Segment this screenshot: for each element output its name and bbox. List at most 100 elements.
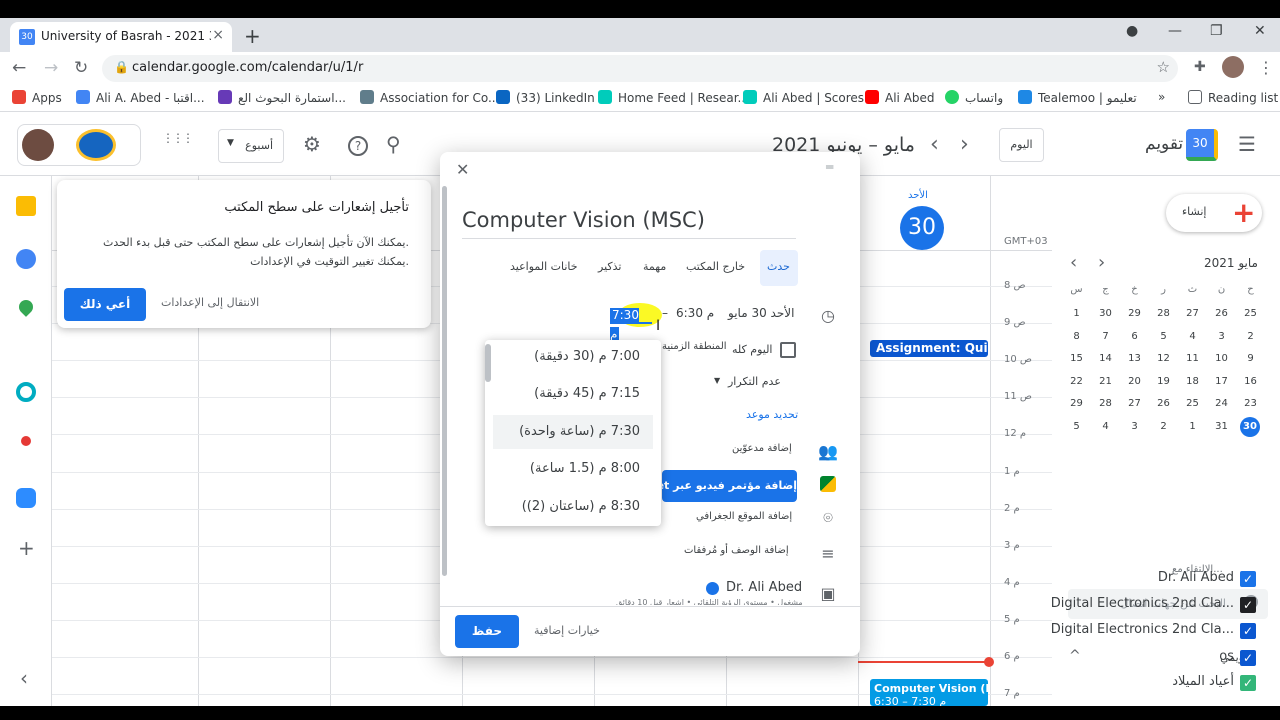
mini-calendar-day[interactable]: 23 [1236, 398, 1265, 409]
bookmark-apps[interactable]: Apps [12, 90, 62, 105]
mini-calendar-day[interactable]: 7 [1091, 331, 1120, 342]
mini-calendar-day[interactable]: 29 [1062, 398, 1091, 409]
mini-calendar-day[interactable]: 9 [1236, 353, 1265, 364]
maps-icon[interactable] [16, 297, 36, 317]
tab-out-of-office[interactable]: خارج المكتب [686, 260, 745, 273]
mini-calendar-day[interactable]: 4 [1178, 331, 1207, 342]
mini-calendar-day[interactable]: 5 [1062, 421, 1091, 432]
mini-calendar-day[interactable]: 21 [1091, 376, 1120, 387]
add-guests-field[interactable]: إضافة مدعوّين [732, 443, 792, 454]
bookmark-item[interactable]: (33) LinkedIn [496, 90, 595, 105]
bookmark-item[interactable]: واتساب [945, 90, 1003, 105]
tab-task[interactable]: مهمة [643, 260, 666, 273]
forward-icon[interactable]: → [44, 58, 58, 78]
next-week-icon[interactable]: › [960, 132, 969, 157]
mini-calendar-day[interactable]: 19 [1149, 376, 1178, 387]
mini-calendar-day[interactable]: 2 [1149, 421, 1178, 432]
mini-calendar-day[interactable]: 1 [1062, 308, 1091, 319]
mini-calendar-day[interactable]: 25 [1236, 308, 1265, 319]
bookmark-star-icon[interactable]: ☆ [1157, 58, 1170, 76]
start-time[interactable]: 6:30 م [676, 306, 714, 320]
addon-icon[interactable] [16, 382, 36, 402]
mini-calendar-day[interactable]: 29 [1120, 308, 1149, 319]
time-option[interactable]: 7:00 م (30 دقيقة) [493, 340, 653, 374]
browser-tab[interactable]: 30 University of Basrah - 2021 مايو 3 × [10, 22, 232, 52]
go-to-settings-link[interactable]: الانتقال إلى الإعدادات [161, 296, 259, 309]
end-time-field[interactable]: 7:30 م [610, 304, 652, 341]
drag-handle-icon[interactable]: ═ [826, 160, 833, 174]
time-option-selected[interactable]: 7:30 م (ساعة واحدة) [493, 415, 653, 449]
checkbox-checked-icon[interactable]: ✓ [1240, 650, 1256, 666]
mini-calendar-day[interactable]: 16 [1236, 376, 1265, 387]
mini-calendar-day[interactable]: 30 [1240, 416, 1260, 437]
checkbox-checked-icon[interactable]: ✓ [1240, 571, 1256, 587]
keep-icon[interactable] [16, 196, 36, 216]
checkbox-checked-icon[interactable]: ✓ [1240, 623, 1256, 639]
repeat-select[interactable]: عدم التكرار ▼ [714, 375, 781, 388]
account-switcher[interactable] [17, 124, 141, 166]
bookmark-item[interactable]: Home Feed | Resear... [598, 90, 749, 105]
assignment-event[interactable]: Assignment: Quiz No [870, 340, 988, 357]
mini-calendar-day[interactable]: 27 [1178, 308, 1207, 319]
mini-calendar-day[interactable]: 3 [1207, 331, 1236, 342]
computer-vision-event[interactable]: Computer Vision (MSC م 7:30 – 6:30 [870, 679, 988, 706]
minimize-icon[interactable]: — [1168, 23, 1182, 39]
mini-calendar-day[interactable]: 4 [1091, 421, 1120, 432]
expand-panel-icon[interactable]: ‹ [20, 666, 28, 690]
back-icon[interactable]: ← [12, 58, 26, 78]
mini-calendar-day[interactable]: 3 [1120, 421, 1149, 432]
tab-close-icon[interactable]: × [212, 27, 224, 43]
find-time-link[interactable]: تحديد موعد [746, 408, 798, 421]
mini-calendar-day[interactable]: 22 [1062, 376, 1091, 387]
tab-reminder[interactable]: تذكير [598, 260, 621, 273]
checkbox-checked-icon[interactable]: ✓ [1240, 597, 1256, 613]
time-option[interactable]: 8:30 م (ساعتان (2)) [493, 490, 653, 524]
checkbox-checked-icon[interactable]: ✓ [1240, 675, 1256, 691]
maximize-icon[interactable]: ❐ [1210, 23, 1223, 39]
mini-calendar-day[interactable]: 14 [1091, 353, 1120, 364]
bookmark-item[interactable]: Tealemoo | تعليمو [1018, 90, 1137, 105]
new-tab-button[interactable]: + [244, 24, 261, 48]
mini-next-icon[interactable]: › [1098, 252, 1105, 273]
tab-event[interactable]: حدث [767, 260, 790, 273]
got-it-button[interactable]: أعي ذلك [64, 288, 146, 321]
reload-icon[interactable]: ↻ [74, 58, 88, 78]
time-option[interactable]: 7:15 م (45 دقيقة) [493, 377, 653, 411]
mini-calendar-day[interactable]: 28 [1149, 308, 1178, 319]
url-text[interactable]: calendar.google.com/calendar/u/1/r [132, 60, 363, 75]
mini-calendar-day[interactable]: 1 [1178, 421, 1207, 432]
address-bar[interactable]: 🔒 calendar.google.com/calendar/u/1/r ☆ [102, 55, 1178, 82]
save-button[interactable]: حفظ [455, 615, 519, 648]
more-bookmarks-icon[interactable]: » [1158, 90, 1165, 104]
mini-calendar-day[interactable]: 31 [1207, 421, 1236, 432]
mini-calendar-day[interactable]: 18 [1178, 376, 1207, 387]
tasks-icon[interactable] [16, 249, 36, 269]
mini-calendar-day[interactable]: 26 [1149, 398, 1178, 409]
bookmark-item[interactable]: Ali A. Abed - اقتبا... [76, 90, 205, 105]
zoom-icon[interactable] [16, 488, 36, 508]
mini-calendar-day[interactable]: 13 [1120, 353, 1149, 364]
mini-calendar-day[interactable]: 15 [1062, 353, 1091, 364]
mini-calendar-day[interactable]: 5 [1149, 331, 1178, 342]
profile-menu-icon[interactable]: ● [1126, 23, 1138, 39]
mini-calendar-day[interactable]: 25 [1178, 398, 1207, 409]
mini-calendar-day[interactable]: 2 [1236, 331, 1265, 342]
timezone-link[interactable]: المنطقة الزمنية [662, 341, 727, 352]
close-window-icon[interactable]: ✕ [1254, 23, 1266, 39]
view-select[interactable]: أسبوع ▼ [218, 129, 284, 163]
mini-prev-icon[interactable]: ‹ [1070, 252, 1077, 273]
mini-calendar-day[interactable]: 17 [1207, 376, 1236, 387]
bookmark-item[interactable]: Association for Co... [360, 90, 499, 105]
mini-calendar-day[interactable]: 11 [1178, 353, 1207, 364]
bookmark-item[interactable]: استمارة البحوث الع... [218, 90, 346, 105]
add-addon-icon[interactable]: + [18, 536, 35, 560]
meet-button[interactable]: إضافة مؤتمر فيديو عبر Meet [662, 470, 797, 502]
all-day-checkbox[interactable] [780, 342, 796, 358]
bookmark-item[interactable]: Ali Abed | Scores [743, 90, 864, 105]
create-button[interactable]: + إنشاء [1166, 194, 1262, 232]
browser-menu-icon[interactable]: ⋮ [1258, 58, 1274, 77]
today-date-badge[interactable]: 30 [900, 206, 944, 250]
mini-calendar-day[interactable]: 6 [1120, 331, 1149, 342]
add-description-field[interactable]: إضافة الوصف أو مُرفقات [684, 545, 789, 556]
mini-calendar-day[interactable]: 28 [1091, 398, 1120, 409]
